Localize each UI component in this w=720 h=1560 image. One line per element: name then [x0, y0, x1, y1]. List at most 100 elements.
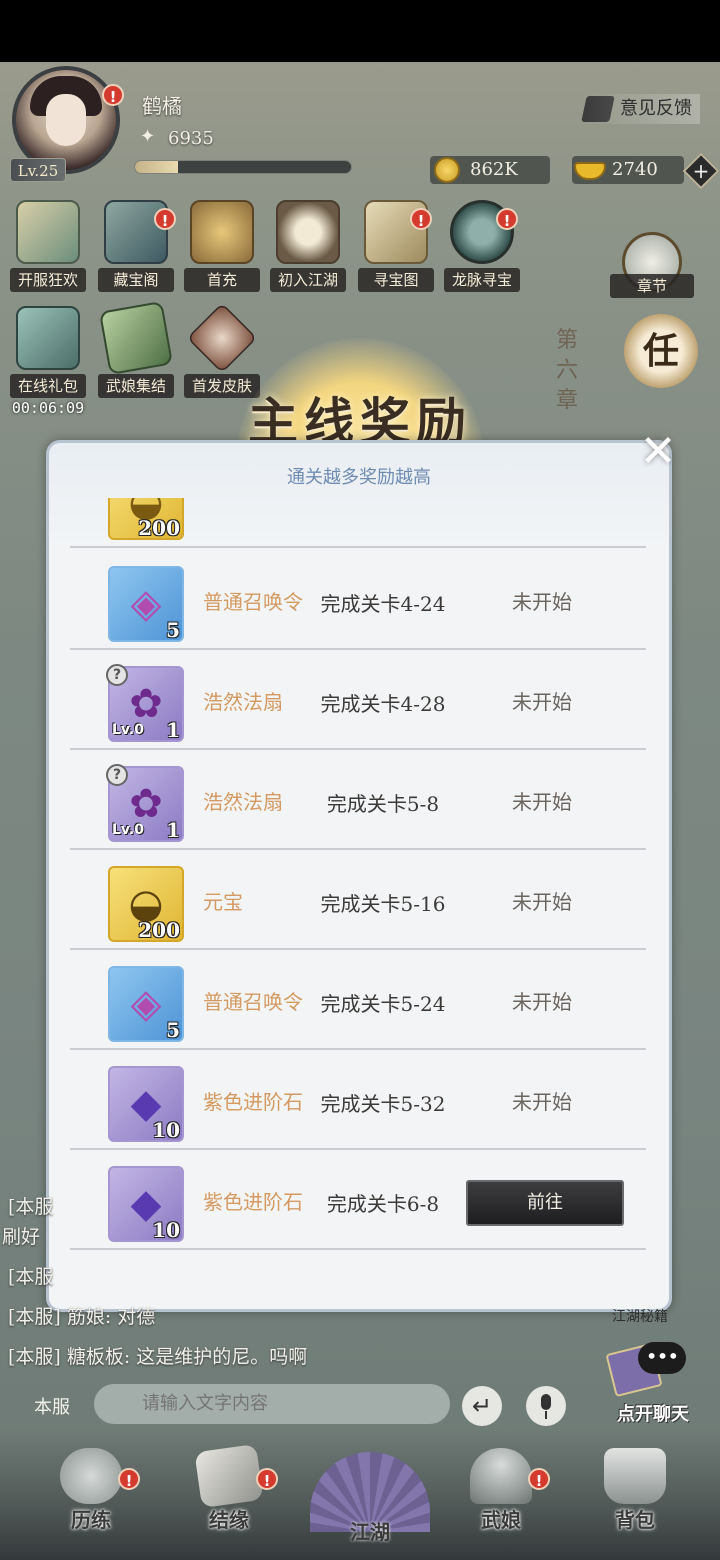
player-name: 鹤橘	[142, 94, 182, 118]
activity-first-recharge[interactable]: 首充	[184, 200, 260, 292]
chat-message: [本服	[8, 1196, 54, 1218]
task-button[interactable]: 任	[624, 314, 698, 388]
nav-training[interactable]: ! 历练	[46, 1448, 140, 1538]
item-count: 1	[166, 718, 180, 742]
reward-item-frame[interactable]: ◆ 10	[108, 1066, 184, 1142]
notification-badge-icon: !	[118, 1468, 140, 1490]
task-requirement: 完成关卡5-16	[320, 892, 446, 916]
ingot-icon	[574, 162, 606, 180]
activity-open-server-carnival[interactable]: 开服狂欢	[10, 200, 86, 292]
go-button[interactable]: 前往	[466, 1180, 624, 1226]
chat-message: [本服	[8, 1266, 54, 1288]
help-icon[interactable]: ?	[106, 664, 128, 686]
status-text: 未开始	[512, 890, 572, 914]
level-badge: Lv.25	[10, 158, 66, 182]
nav-jianghu[interactable]: 江湖	[300, 1432, 440, 1544]
list-item: ✿ ? Lv.0 1 浩然法扇 完成关卡5-8 未开始	[70, 750, 646, 850]
reward-item-frame[interactable]: ◆ 10	[108, 1166, 184, 1242]
open-chat-label: 点开聊天	[617, 1404, 689, 1425]
nav-wuniang[interactable]: ! 武娘	[456, 1448, 550, 1538]
activity-treasure-pavilion[interactable]: ! 藏宝阁	[98, 200, 176, 292]
activity-label: 开服狂欢	[10, 268, 86, 292]
item-name: 浩然法扇	[203, 790, 283, 814]
mic-stand	[545, 1411, 547, 1419]
item-level: Lv.0	[112, 722, 144, 738]
task-requirement: 完成关卡5-24	[320, 992, 446, 1016]
reward-list[interactable]: ◒ 200 ◈ 5 普通召唤令 完成关卡4-24 未开始 ✿ ? Lv.0 1 …	[70, 498, 646, 1254]
chat-message: 刷好	[2, 1226, 41, 1248]
backpack-icon	[604, 1448, 666, 1504]
gift-chest-icon	[16, 306, 80, 370]
activity-treasure-map[interactable]: ! 寻宝图	[358, 200, 434, 292]
summon-token-icon: ◈	[130, 581, 162, 627]
coin-icon	[434, 157, 460, 183]
item-count: 200	[138, 918, 180, 942]
microphone-icon[interactable]	[526, 1386, 566, 1426]
nav-bond[interactable]: ! 结缘	[184, 1443, 278, 1538]
item-name: 浩然法扇	[203, 690, 283, 714]
list-item: ◈ 5 普通召唤令 完成关卡5-24 未开始	[70, 950, 646, 1050]
activity-enter-jianghu[interactable]: 初入江湖	[270, 200, 346, 292]
notification-badge-icon: !	[528, 1468, 550, 1490]
ingot-balance: 2740	[572, 156, 684, 184]
nav-label: 江湖	[350, 1520, 390, 1544]
summon-token-icon: ◈	[130, 981, 162, 1027]
mic-body	[541, 1394, 551, 1410]
activity-label: 龙脉寻宝	[444, 268, 520, 292]
jianghu-secret-label[interactable]: 江湖秘籍	[612, 1306, 668, 1326]
chat-message: [本服] 糖板板: 这是维护的尼。吗啊	[8, 1346, 308, 1368]
item-name: 元宝	[203, 890, 243, 914]
reward-item-frame[interactable]: ✿ ? Lv.0 1	[106, 664, 184, 742]
coin-balance: 862K	[430, 156, 550, 184]
chapter-label[interactable]: 章节	[610, 274, 694, 298]
activity-label: 首充	[184, 268, 260, 292]
ingot-value: 2740	[612, 159, 658, 180]
item-count: 5	[166, 1018, 180, 1042]
activity-label: 藏宝阁	[98, 268, 174, 292]
reward-item-frame[interactable]: ◈ 5	[108, 566, 184, 642]
task-requirement: 完成关卡5-8	[326, 792, 440, 816]
portrait-icon	[186, 302, 258, 374]
plus-icon: +	[692, 159, 710, 183]
nav-label: 历练	[71, 1508, 111, 1532]
task-requirement: 完成关卡4-28	[320, 692, 446, 716]
item-name: 普通召唤令	[203, 990, 303, 1014]
list-item: ◒ 200 元宝 完成关卡5-16 未开始	[70, 850, 646, 950]
status-text: 未开始	[512, 690, 572, 714]
reward-item-frame[interactable]: ◈ 5	[108, 966, 184, 1042]
item-count: 1	[166, 818, 180, 842]
activity-label: 寻宝图	[358, 268, 434, 292]
exp-bar-fill	[135, 161, 179, 173]
close-icon[interactable]: ✕	[634, 430, 682, 478]
chat-bubble-icon: •••	[638, 1342, 686, 1374]
activity-dragon-vein-treasure[interactable]: ! 龙脉寻宝	[444, 200, 520, 292]
hat-icon	[470, 1448, 532, 1504]
avatar-face	[46, 94, 86, 146]
fan-flower-icon: ✿	[129, 781, 163, 827]
chat-channel-tab[interactable]: 本服	[34, 1393, 70, 1419]
yinyang-icon	[276, 200, 340, 264]
status-text: 未开始	[512, 990, 572, 1014]
scroll-icon	[16, 200, 80, 264]
nav-backpack[interactable]: 背包	[590, 1448, 680, 1538]
send-icon[interactable]: ↵	[462, 1386, 502, 1426]
gift-box-icon	[190, 200, 254, 264]
item-name: 紫色进阶石	[203, 1190, 303, 1214]
feedback-button[interactable]: 意见反馈	[582, 94, 700, 124]
item-count: 5	[166, 618, 180, 642]
chat-input[interactable]	[94, 1384, 450, 1424]
cloud-icon	[60, 1448, 122, 1504]
avatar-alert-icon: !	[102, 84, 124, 106]
task-requirement: 完成关卡6-8	[326, 1192, 440, 1216]
notification-badge-icon: !	[496, 208, 518, 230]
help-icon[interactable]: ?	[106, 764, 128, 786]
token-card-icon	[98, 300, 174, 376]
nav-label: 结缘	[209, 1508, 249, 1532]
open-chat-button[interactable]: ••• 点开聊天	[598, 1342, 708, 1426]
reward-item-frame[interactable]: ✿ ? Lv.0 1	[106, 764, 184, 842]
task-requirement: 完成关卡5-32	[320, 1092, 446, 1116]
status-text: 未开始	[512, 790, 572, 814]
reward-item-frame[interactable]: ◒ 200	[108, 866, 184, 942]
task-requirement: 完成关卡4-24	[320, 592, 446, 616]
item-count: 10	[152, 1118, 180, 1142]
